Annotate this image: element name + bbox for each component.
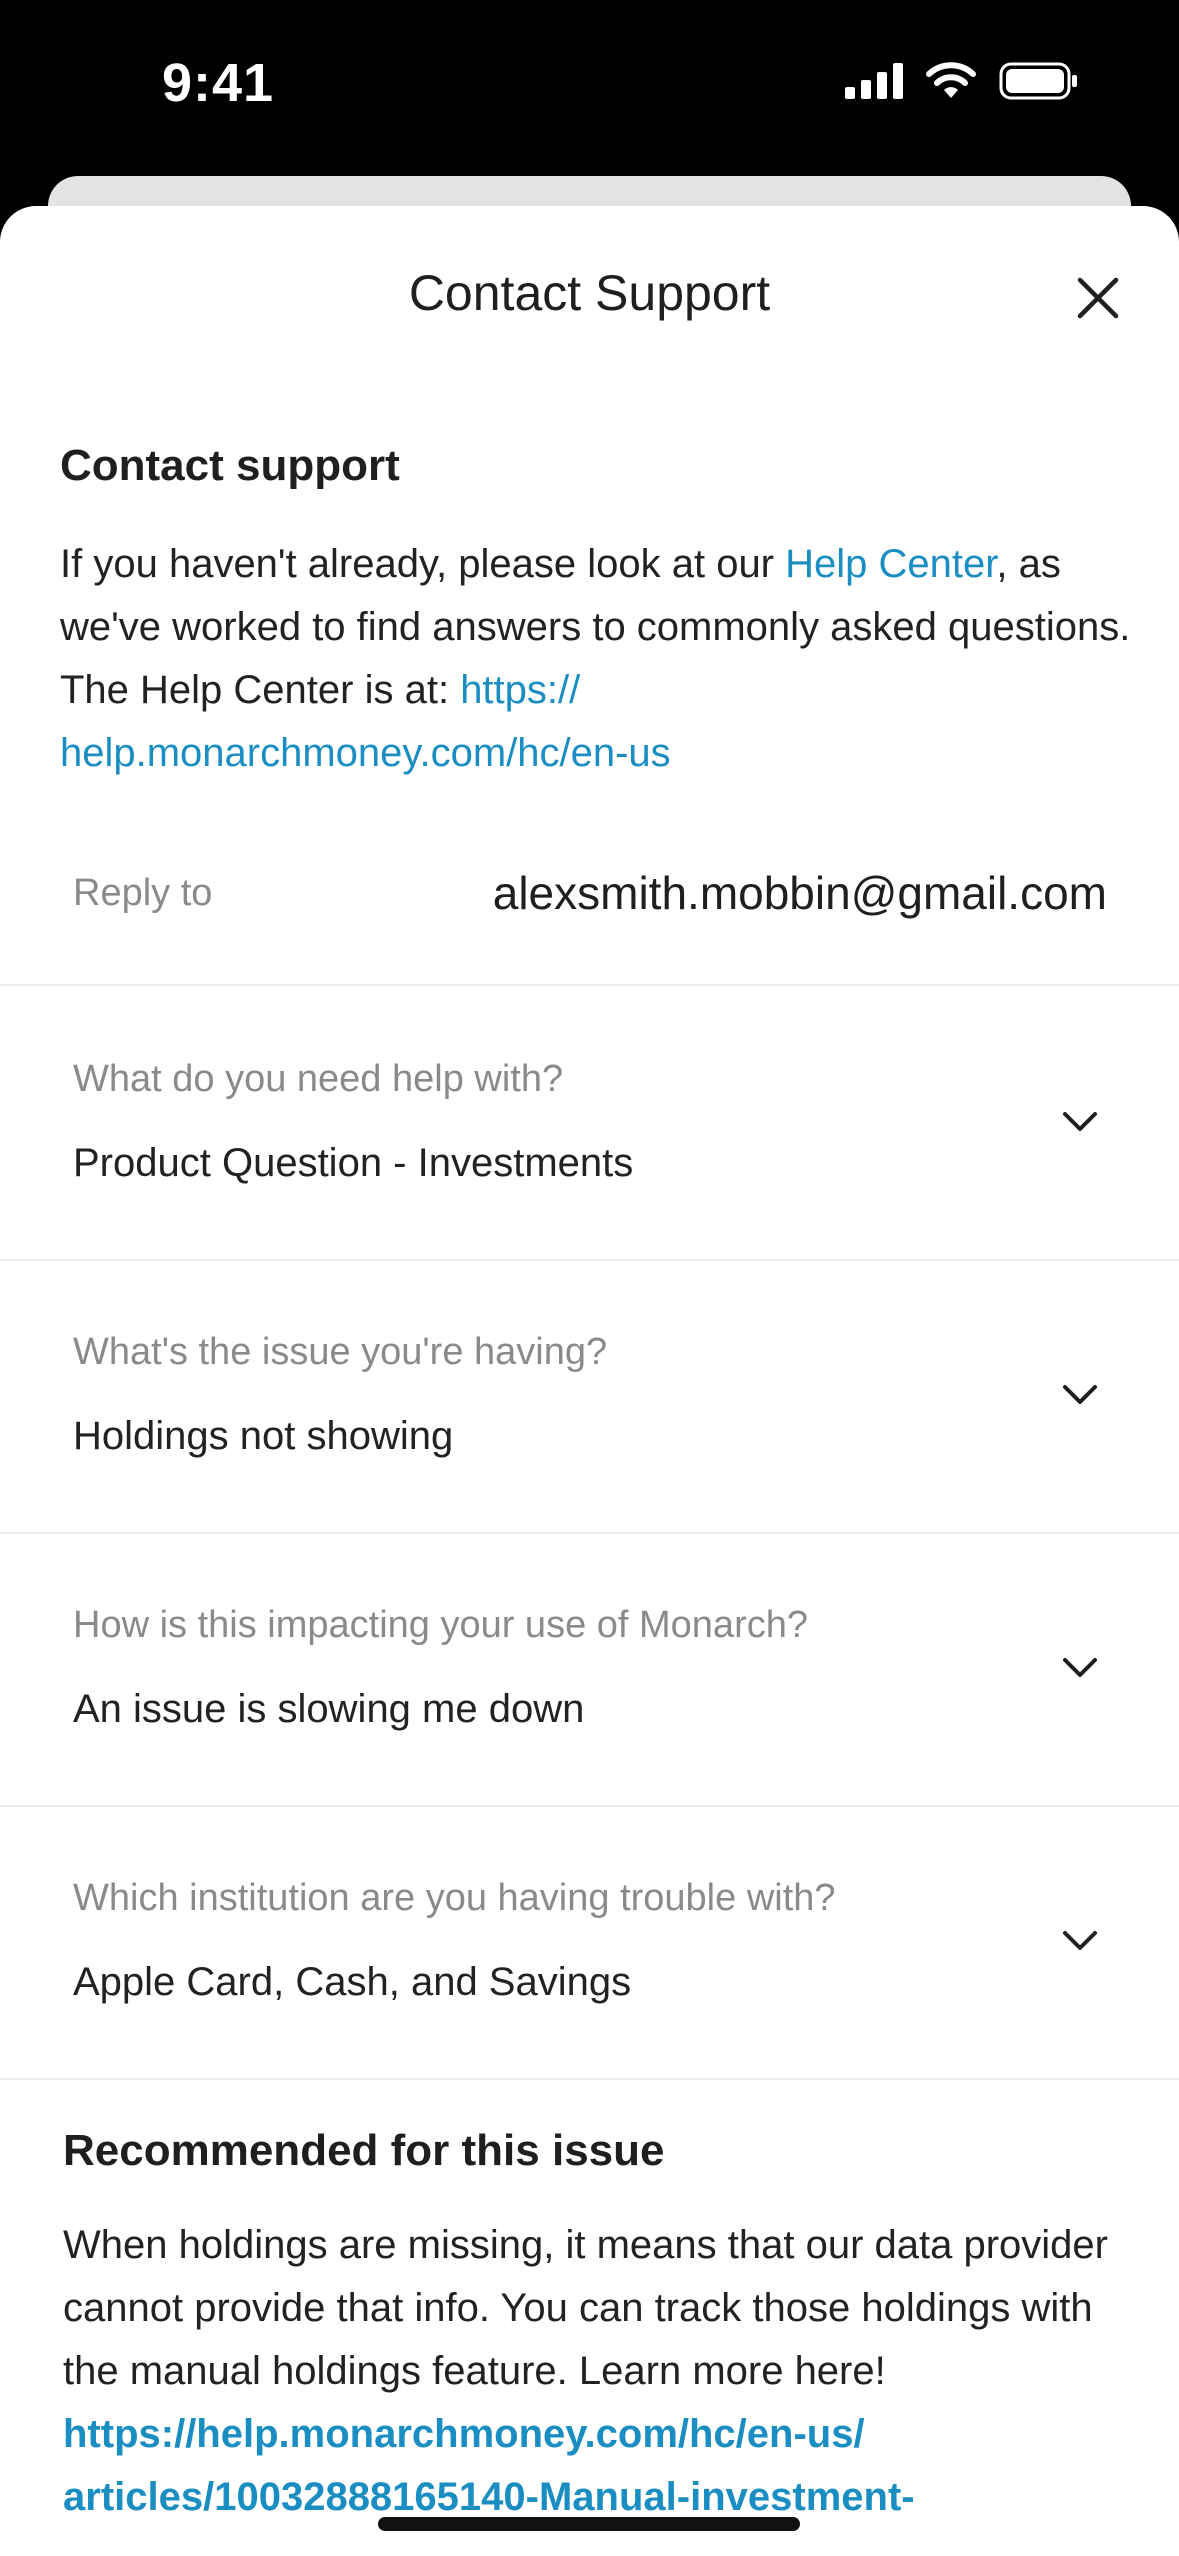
chevron-down-icon — [1056, 1917, 1104, 1965]
contact-support-sheet: Contact Support Contact support If you h… — [0, 206, 1179, 2556]
help-topic-dropdown[interactable]: What do you need help with? Product Ques… — [0, 988, 1179, 1261]
chevron-down-icon — [1056, 1644, 1104, 1692]
chevron-down-icon — [1056, 1098, 1104, 1146]
dropdown-label: What do you need help with? — [73, 1058, 564, 1100]
dropdown-value: An issue is slowing me down — [73, 1687, 585, 1731]
dropdown-value: Apple Card, Cash, and Savings — [73, 1960, 632, 2004]
intro-text: If you haven't already, please look at o… — [60, 533, 1140, 785]
signal-icon — [845, 63, 903, 99]
sheet-header: Contact Support — [0, 256, 1179, 336]
reply-to-label: Reply to — [73, 872, 213, 914]
dropdown-label: What's the issue you're having? — [73, 1331, 608, 1373]
recommended-text: When holdings are missing, it means that… — [63, 2214, 1143, 2529]
battery-icon — [999, 62, 1077, 100]
help-center-link[interactable]: Help Center — [785, 542, 996, 586]
recommended-title: Recommended for this issue — [63, 2126, 665, 2175]
chevron-down-icon — [1056, 1371, 1104, 1419]
close-icon — [1077, 277, 1119, 319]
reply-to-email: alexsmith.mobbin@gmail.com — [492, 867, 1107, 919]
institution-dropdown[interactable]: Which institution are you having trouble… — [0, 1807, 1179, 2080]
home-indicator[interactable] — [378, 2517, 800, 2531]
status-icons — [845, 62, 1079, 100]
status-bar: 9:41 — [0, 0, 1179, 175]
issue-dropdown[interactable]: What's the issue you're having? Holdings… — [0, 1261, 1179, 1534]
dropdown-label: How is this impacting your use of Monarc… — [73, 1604, 808, 1646]
recommended-section: Recommended for this issue When holdings… — [63, 2126, 1143, 2529]
status-time: 9:41 — [162, 53, 275, 113]
dropdown-value: Product Question - Investments — [73, 1141, 634, 1185]
section-title: Contact support — [60, 441, 400, 490]
intro-section: Contact support If you haven't already, … — [60, 441, 1140, 785]
impact-dropdown[interactable]: How is this impacting your use of Monarc… — [0, 1534, 1179, 1807]
article-link[interactable]: https://help.monarchmoney.com/hc/en-us/ … — [63, 2412, 915, 2519]
intro-text-part: If you haven't already, please look at o… — [60, 542, 786, 586]
dropdown-value: Holdings not showing — [73, 1414, 454, 1458]
recommended-body: When holdings are missing, it means that… — [63, 2223, 1108, 2393]
page-title: Contact Support — [408, 265, 771, 321]
wifi-icon — [926, 62, 976, 98]
close-button[interactable] — [1068, 268, 1128, 328]
dropdown-label: Which institution are you having trouble… — [73, 1877, 836, 1919]
reply-to-row: Reply to alexsmith.mobbin@gmail.com — [0, 846, 1179, 986]
